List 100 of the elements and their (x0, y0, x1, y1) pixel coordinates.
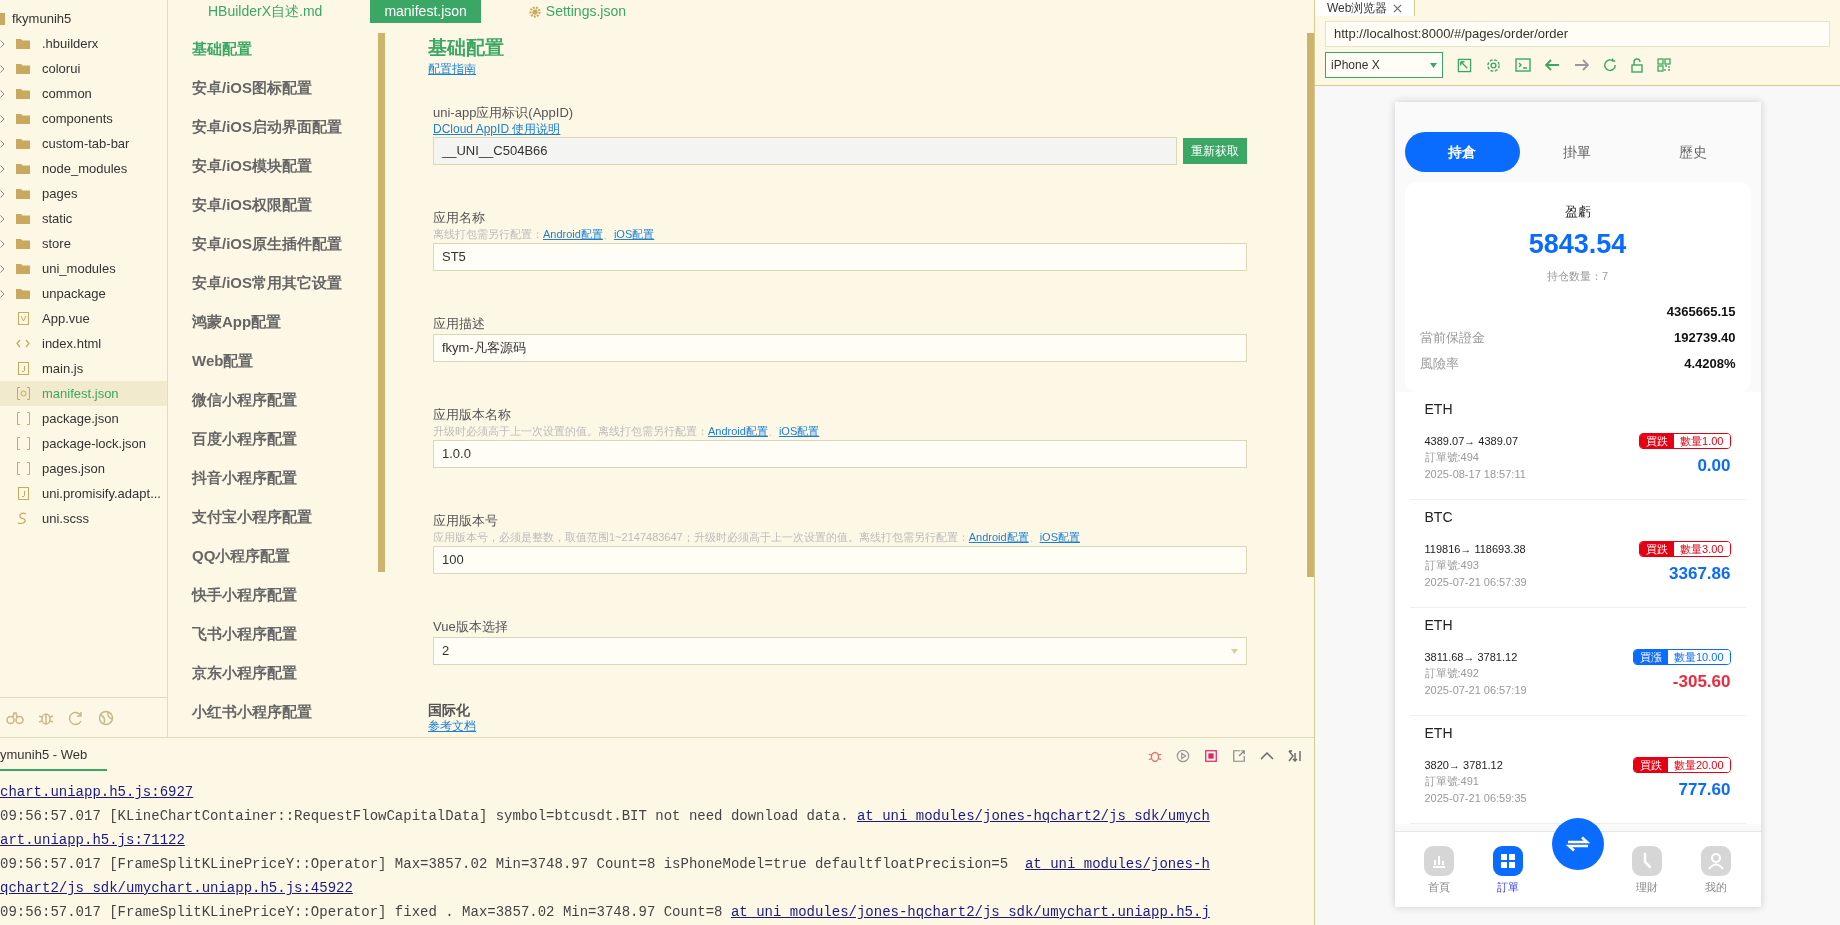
config-link[interactable]: Android配置 (543, 227, 603, 242)
chevron-up-icon[interactable] (1260, 751, 1274, 761)
forward-arrow-icon[interactable] (1574, 59, 1589, 71)
source-link[interactable]: at uni_modules/jones-hqchart2/js_sdk/umych (856, 804, 1210, 828)
file-item[interactable]: uni.promisify.adapt... (42, 483, 161, 504)
folder-item[interactable]: .hbuilderx (42, 33, 99, 54)
config-link[interactable]: iOS配置 (1039, 530, 1080, 545)
settings-nav-item[interactable]: 安卓/iOS常用其它设置 (192, 271, 378, 294)
chevron-right-icon[interactable] (0, 239, 5, 248)
folder-item[interactable]: uni_modules (42, 258, 116, 279)
settings-nav-item[interactable]: 百度小程序配置 (192, 427, 378, 450)
scroll-down-icon[interactable] (1288, 749, 1302, 763)
settings-nav-item[interactable]: 抖音小程序配置 (192, 466, 378, 489)
folder-item[interactable]: custom-tab-bar (42, 133, 130, 154)
source-link[interactable]: qchart2/js_sdk/umychart.uniapp.h5.js:45922 (0, 876, 353, 900)
settings-nav-item[interactable]: 飞书小程序配置 (192, 622, 378, 645)
project-name[interactable]: fkymunih5 (12, 8, 72, 29)
lock-icon[interactable] (1631, 57, 1643, 73)
settings-nav-item[interactable]: 安卓/iOS权限配置 (192, 193, 378, 216)
input-field[interactable]: __UNI__C504B66 (433, 137, 1177, 165)
qr-code-icon[interactable] (1657, 58, 1671, 72)
settings-nav-item[interactable]: Web配置 (192, 349, 378, 372)
settings-nav-item[interactable]: 快手小程序配置 (192, 583, 378, 606)
nav-tab[interactable]: 首頁 (1413, 846, 1466, 896)
settings-nav-item[interactable]: 安卓/iOS模块配置 (192, 154, 378, 177)
settings-nav-item[interactable]: 安卓/iOS图标配置 (192, 76, 378, 99)
folder-item[interactable]: unpackage (42, 283, 106, 304)
source-link[interactable]: at uni_modules/jones-hqchart2/js_sdk/umychart.uniapp.h5.j (730, 900, 1210, 924)
chevron-right-icon[interactable] (0, 39, 5, 48)
file-item[interactable]: package.json (42, 408, 119, 429)
folder-item[interactable]: node_modules (42, 158, 128, 179)
device-dropdown[interactable]: iPhone X (1325, 52, 1443, 78)
settings-nav-item[interactable]: 微信小程序配置 (192, 388, 378, 411)
expand-icon[interactable] (1457, 57, 1472, 73)
chevron-right-icon[interactable] (0, 214, 5, 223)
config-link[interactable]: Android配置 (708, 424, 768, 439)
chevron-right-icon[interactable] (0, 114, 5, 123)
source-link[interactable]: art.uniapp.h5.js:71122 (0, 828, 185, 852)
scrollbar[interactable] (378, 33, 385, 572)
chevron-right-icon[interactable] (0, 164, 5, 173)
settings-nav-item[interactable]: 支付宝小程序配置 (192, 505, 378, 528)
settings-nav-item[interactable]: QQ小程序配置 (192, 544, 378, 567)
input-field[interactable]: ST5 (433, 243, 1247, 271)
folder-item[interactable]: pages (42, 183, 78, 204)
input-field[interactable]: fkym-凡客源码 (433, 334, 1247, 362)
file-item[interactable]: index.html (42, 333, 102, 354)
browser-tab[interactable]: Web浏览器 (1315, 0, 1416, 16)
folder-item[interactable]: store (42, 233, 71, 254)
settings-nav-item[interactable]: 鸿蒙App配置 (192, 310, 378, 333)
input-field[interactable]: 1.0.0 (433, 440, 1247, 468)
refresh-icon[interactable] (68, 709, 84, 726)
bug-icon[interactable] (1148, 749, 1162, 763)
chevron-right-icon[interactable] (0, 264, 5, 273)
folder-item[interactable]: components (42, 108, 113, 129)
file-item[interactable]: pages.json (42, 458, 105, 479)
file-item[interactable]: main.js (42, 358, 84, 379)
settings-nav-item[interactable]: 安卓/iOS原生插件配置 (192, 232, 378, 255)
docs-link[interactable]: 参考文档 (428, 719, 476, 733)
order-tab[interactable]: 歷史 (1635, 132, 1751, 172)
folder-item[interactable]: static (42, 208, 73, 229)
chevron-right-icon[interactable] (0, 289, 5, 298)
reload-icon[interactable] (1603, 58, 1617, 72)
stop-icon[interactable] (1204, 749, 1218, 763)
console-tab[interactable]: ymunih5 - Web (0, 741, 108, 771)
folder-item[interactable]: common (42, 83, 92, 104)
nav-tab[interactable]: 訂單 (1482, 846, 1535, 896)
version-dropdown[interactable]: 2 (433, 637, 1247, 665)
source-link[interactable]: chart.uniapp.h5.js:6927 (0, 780, 194, 804)
config-link[interactable]: Android配置 (968, 530, 1029, 545)
binoculars-icon[interactable] (6, 710, 24, 725)
nav-tab[interactable]: 我的 (1689, 846, 1742, 896)
config-link[interactable]: iOS配置 (778, 424, 820, 439)
play-circle-icon[interactable] (1176, 749, 1190, 763)
chevron-right-icon[interactable] (0, 189, 5, 198)
close-icon[interactable] (1393, 3, 1403, 13)
scrollbar[interactable] (1307, 33, 1314, 577)
file-item[interactable]: package-lock.json (42, 433, 147, 454)
chevron-right-icon[interactable] (0, 64, 5, 73)
order-tab[interactable]: 持倉 (1404, 132, 1520, 172)
source-link[interactable]: at uni_modules/jones-h (1024, 852, 1210, 876)
config-link[interactable]: iOS配置 (613, 227, 655, 242)
url-field[interactable]: http://localhost:8000/#/pages/order/order (1325, 21, 1830, 47)
export-icon[interactable] (1232, 749, 1246, 763)
file-item[interactable]: uni.scss (42, 508, 89, 529)
order-tab[interactable]: 掛單 (1519, 132, 1636, 172)
chevron-right-icon[interactable] (0, 139, 5, 148)
globe-icon[interactable] (98, 709, 114, 726)
terminal-icon[interactable] (1515, 58, 1531, 72)
settings-nav-item[interactable]: 京东小程序配置 (192, 661, 378, 684)
help-link[interactable]: DCloud AppID 使用说明 (433, 122, 561, 136)
chevron-right-icon[interactable] (0, 89, 5, 98)
input-field[interactable]: 100 (433, 546, 1247, 574)
settings-nav-item[interactable]: 小红书小程序配置 (192, 700, 378, 723)
folder-item[interactable]: colorui (42, 58, 81, 79)
nav-tab[interactable]: 理財 (1620, 846, 1673, 896)
settings-nav-item[interactable]: 安卓/iOS启动界面配置 (192, 115, 378, 138)
back-arrow-icon[interactable] (1545, 59, 1560, 71)
guide-link[interactable]: 配置指南 (428, 61, 476, 77)
swap-button[interactable] (1551, 818, 1604, 870)
file-item[interactable]: App.vue (42, 308, 90, 329)
